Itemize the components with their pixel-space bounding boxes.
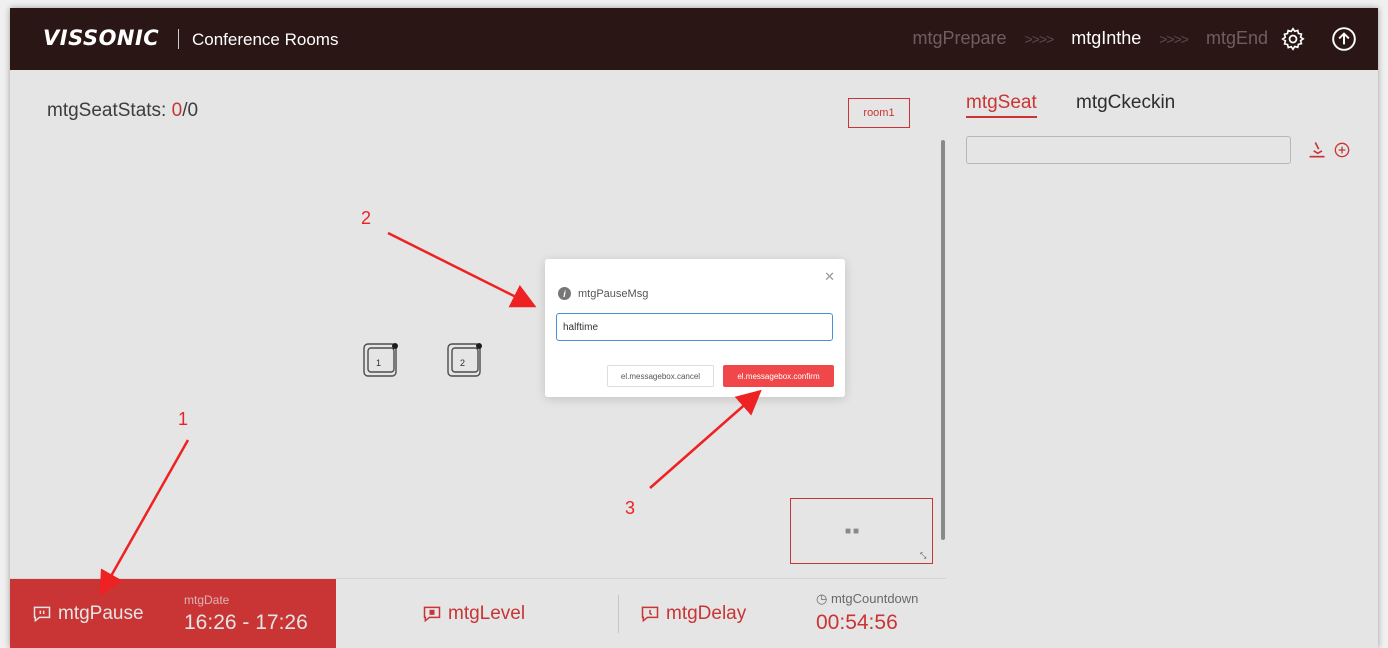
step-arrow: >>>> <box>1159 30 1189 47</box>
step-prepare[interactable]: mtgPrepare <box>912 28 1006 49</box>
pause-message-dialog: ✕ i mtgPauseMsg el.messagebox.cancel el.… <box>545 259 845 397</box>
dialog-message: i mtgPauseMsg <box>558 287 648 300</box>
annotation-label-2: 2 <box>361 208 372 228</box>
app-window: VISSONIC Conference Rooms mtgPrepare >>>… <box>10 8 1378 648</box>
annotation-label-3: 3 <box>625 498 636 518</box>
step-end[interactable]: mtgEnd <box>1206 28 1268 49</box>
pause-message-input[interactable] <box>556 313 833 341</box>
dialog-message-text: mtgPauseMsg <box>578 287 649 300</box>
confirm-button[interactable]: el.messagebox.confirm <box>723 365 834 387</box>
cancel-button[interactable]: el.messagebox.cancel <box>607 365 714 387</box>
upload-circle-icon[interactable] <box>1331 26 1357 52</box>
meeting-steps: mtgPrepare >>>> mtgInthe >>>> mtgEnd <box>912 28 1268 49</box>
step-in-meeting[interactable]: mtgInthe <box>1071 28 1141 49</box>
brand-logo: VISSONIC <box>43 26 160 50</box>
step-arrow: >>>> <box>1024 30 1055 47</box>
divider <box>178 29 179 49</box>
close-icon[interactable]: ✕ <box>824 269 835 285</box>
gear-icon[interactable] <box>1280 26 1306 52</box>
info-icon: i <box>558 287 571 300</box>
annotation-label-1: 1 <box>178 409 189 429</box>
app-title: Conference Rooms <box>192 30 339 49</box>
top-bar: VISSONIC Conference Rooms mtgPrepare >>>… <box>10 8 1378 70</box>
